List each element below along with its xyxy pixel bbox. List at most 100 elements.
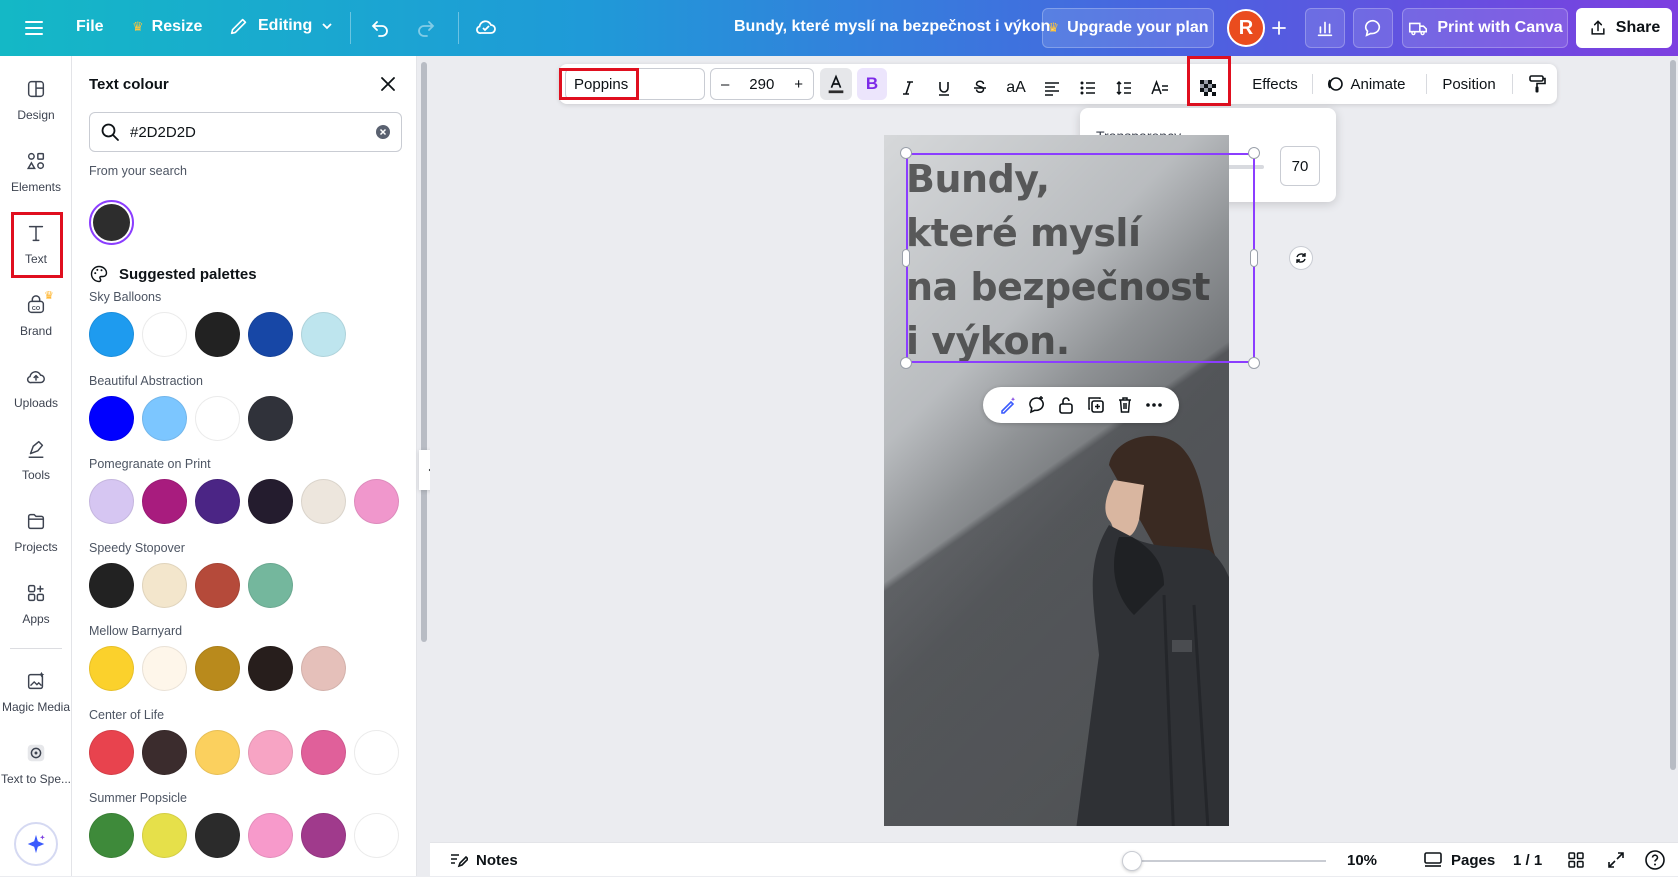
resize-handle-bottom-right[interactable] bbox=[1248, 357, 1260, 369]
copy-style-button[interactable] bbox=[1522, 64, 1552, 104]
search-result-swatch[interactable] bbox=[89, 200, 134, 245]
font-selector[interactable]: Poppins bbox=[565, 68, 705, 100]
canvas-scrollbar[interactable] bbox=[1670, 60, 1676, 770]
font-size-stepper[interactable]: – 290 + bbox=[710, 68, 814, 100]
color-search-input[interactable] bbox=[130, 123, 365, 141]
color-swatch[interactable] bbox=[301, 813, 346, 858]
rail-item-apps[interactable]: Apps bbox=[0, 582, 72, 626]
font-size-value[interactable]: 290 bbox=[749, 76, 774, 93]
rotate-button[interactable] bbox=[1289, 246, 1313, 270]
resize-handle-right[interactable] bbox=[1250, 249, 1258, 267]
color-swatch[interactable] bbox=[142, 395, 187, 441]
rail-item-elements[interactable]: Elements bbox=[0, 150, 72, 194]
rail-item-uploads[interactable]: Uploads bbox=[0, 366, 72, 410]
transparency-button[interactable] bbox=[1192, 68, 1224, 108]
resize-handle-top-left[interactable] bbox=[900, 147, 912, 159]
file-menu[interactable]: File bbox=[76, 18, 104, 36]
color-swatch[interactable] bbox=[248, 729, 293, 775]
editing-mode-button[interactable]: Editing bbox=[228, 15, 334, 37]
decrease-size-button[interactable]: – bbox=[721, 76, 729, 93]
color-swatch[interactable] bbox=[142, 646, 187, 691]
bold-button[interactable]: B bbox=[857, 68, 887, 100]
spacing-button[interactable] bbox=[1109, 68, 1139, 108]
text-color-button[interactable] bbox=[820, 68, 852, 100]
resize-button[interactable]: ♛ Resize bbox=[132, 18, 202, 36]
magic-edit-button[interactable] bbox=[998, 395, 1018, 415]
rail-item-design[interactable]: Design bbox=[0, 78, 72, 122]
color-swatch[interactable] bbox=[354, 813, 399, 858]
color-swatch[interactable] bbox=[142, 312, 187, 357]
alignment-button[interactable] bbox=[1037, 68, 1067, 108]
color-swatch[interactable] bbox=[301, 312, 346, 357]
color-swatch[interactable] bbox=[195, 562, 240, 608]
document-title[interactable]: Bundy, které myslí na bezpečnost i výkon… bbox=[734, 18, 1055, 36]
print-with-canva-button[interactable]: Print with Canva bbox=[1402, 8, 1568, 48]
transparency-value-input[interactable]: 70 bbox=[1280, 146, 1320, 186]
color-search-box[interactable] bbox=[89, 112, 402, 152]
color-swatch[interactable] bbox=[142, 729, 187, 775]
more-options-button[interactable] bbox=[1144, 395, 1164, 415]
rail-item-brand[interactable]: CO Brand bbox=[0, 294, 72, 338]
color-swatch[interactable] bbox=[248, 562, 293, 608]
position-button[interactable]: Position bbox=[1434, 64, 1504, 104]
rail-item-tools[interactable]: Tools bbox=[0, 438, 72, 482]
list-button[interactable] bbox=[1073, 68, 1103, 108]
redo-button[interactable] bbox=[414, 15, 438, 39]
color-swatch[interactable] bbox=[195, 479, 240, 524]
increase-size-button[interactable]: + bbox=[794, 76, 803, 93]
share-button[interactable]: Share bbox=[1576, 8, 1672, 48]
comments-button[interactable] bbox=[1353, 8, 1393, 48]
save-status-button[interactable] bbox=[474, 15, 498, 39]
color-swatch[interactable] bbox=[301, 646, 346, 691]
avatar[interactable]: R bbox=[1227, 9, 1265, 47]
text-effects-button[interactable] bbox=[1145, 68, 1175, 108]
color-swatch[interactable] bbox=[142, 479, 187, 524]
help-button[interactable] bbox=[1644, 843, 1666, 877]
color-swatch[interactable] bbox=[248, 646, 293, 691]
color-swatch[interactable] bbox=[142, 562, 187, 608]
undo-button[interactable] bbox=[368, 15, 392, 39]
color-swatch[interactable] bbox=[354, 729, 399, 775]
analytics-button[interactable] bbox=[1305, 8, 1345, 48]
resize-handle-left[interactable] bbox=[902, 249, 910, 267]
fullscreen-button[interactable] bbox=[1606, 843, 1626, 877]
color-swatch[interactable] bbox=[89, 813, 134, 858]
zoom-slider-handle[interactable] bbox=[1121, 851, 1142, 871]
italic-button[interactable] bbox=[893, 68, 923, 108]
color-swatch[interactable] bbox=[301, 729, 346, 775]
magic-assistant-button[interactable] bbox=[14, 822, 58, 866]
add-comment-button[interactable] bbox=[1027, 395, 1047, 415]
rail-item-text-to-speech[interactable]: Text to Spe... bbox=[0, 742, 72, 786]
color-swatch[interactable] bbox=[301, 479, 346, 524]
color-swatch[interactable] bbox=[89, 646, 134, 691]
invite-button[interactable] bbox=[1267, 16, 1291, 40]
zoom-slider[interactable] bbox=[1130, 860, 1326, 862]
effects-button[interactable]: Effects bbox=[1240, 64, 1310, 104]
color-swatch[interactable] bbox=[248, 813, 293, 858]
color-swatch[interactable] bbox=[195, 813, 240, 858]
color-swatch[interactable] bbox=[248, 395, 293, 441]
page-counter[interactable]: 1 / 1 bbox=[1513, 843, 1542, 877]
clear-search-button[interactable] bbox=[375, 124, 391, 140]
color-swatch[interactable] bbox=[354, 479, 399, 524]
color-swatch[interactable] bbox=[89, 312, 134, 357]
color-swatch[interactable] bbox=[195, 312, 240, 357]
grid-view-button[interactable] bbox=[1566, 843, 1586, 877]
upgrade-plan-button[interactable]: ♛ Upgrade your plan bbox=[1042, 8, 1214, 48]
color-swatch[interactable] bbox=[142, 813, 187, 858]
rail-item-magic-media[interactable]: Magic Media bbox=[0, 670, 72, 714]
color-swatch[interactable] bbox=[89, 395, 134, 441]
underline-button[interactable] bbox=[929, 68, 959, 108]
rail-item-projects[interactable]: Projects bbox=[0, 510, 72, 554]
color-swatch[interactable] bbox=[195, 729, 240, 775]
color-swatch[interactable] bbox=[195, 395, 240, 441]
delete-button[interactable] bbox=[1115, 395, 1135, 415]
lock-button[interactable] bbox=[1056, 395, 1076, 415]
strikethrough-button[interactable] bbox=[965, 68, 995, 108]
color-swatch[interactable] bbox=[89, 479, 134, 524]
resize-handle-bottom-left[interactable] bbox=[900, 357, 912, 369]
color-swatch[interactable] bbox=[89, 562, 134, 608]
rail-item-text[interactable]: Text bbox=[0, 222, 72, 266]
animate-button[interactable]: Animate bbox=[1320, 64, 1412, 104]
letter-case-button[interactable]: aA bbox=[1001, 68, 1031, 108]
